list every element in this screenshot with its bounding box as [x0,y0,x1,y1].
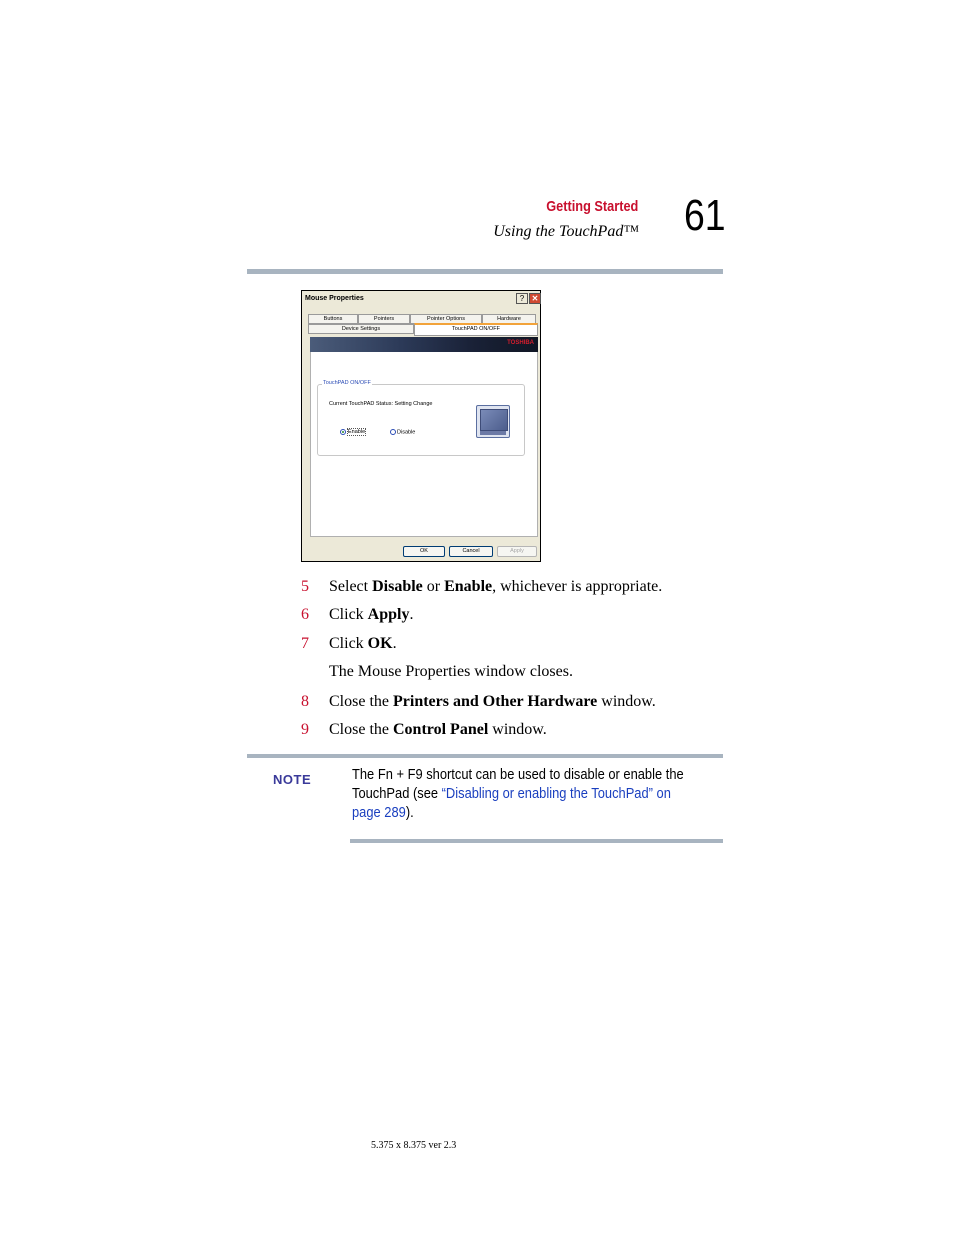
tab-pointers[interactable]: Pointers [358,314,410,324]
enable-radio[interactable]: Enable [340,428,367,437]
cancel-button[interactable]: Cancel [449,546,493,557]
dialog-title: Mouse Properties [305,295,364,302]
touchpad-buttons-icon [480,431,506,435]
tab-touchpad-on-off[interactable]: TouchPAD ON/OFF [414,323,538,336]
tab-panel: TouchPAD ON/OFF Current TouchPAD Status:… [310,352,538,537]
apply-button[interactable]: Apply [497,546,537,557]
step-number: 7 [301,635,309,652]
disable-radio[interactable]: Disable [390,429,415,435]
step-number: 6 [301,606,309,623]
step-number: 9 [301,721,309,738]
step-number: 5 [301,578,309,595]
touchpad-group: TouchPAD ON/OFF Current TouchPAD Status:… [317,380,525,456]
tab-buttons[interactable]: Buttons [308,314,358,324]
step-text: Click Apply. [329,606,414,623]
step-7-result: The Mouse Properties window closes. [329,663,573,680]
tab-device-settings[interactable]: Device Settings [308,324,414,334]
status-text: Current TouchPAD Status: Setting Change [329,401,433,407]
disable-label: Disable [397,429,416,436]
subsection-title: Using the TouchPad™ [493,223,639,240]
help-button[interactable]: ? [516,293,528,304]
close-button[interactable]: ✕ [529,293,541,304]
step-number: 8 [301,693,309,710]
toshiba-banner: TOSHIBA [310,337,538,352]
enable-label: Enable [347,428,367,437]
radio-selected-icon [340,429,346,435]
header-rule [247,269,723,274]
step-text: Select Disable or Enable, whichever is a… [329,578,663,595]
note-text: The Fn + F9 shortcut can be used to disa… [352,766,684,821]
ok-button[interactable]: OK [403,546,445,557]
touchpad-surface-icon [480,409,508,431]
page-number: 61 [684,191,726,240]
note-top-rule [247,754,723,758]
step-text: Close the Control Panel window. [329,721,547,738]
step-text: Click OK. [329,635,397,652]
toshiba-logo: TOSHIBA [507,340,534,346]
note-bottom-rule [350,839,723,843]
step-text: Close the Printers and Other Hardware wi… [329,693,656,710]
section-title: Getting Started [545,198,638,215]
group-label: TouchPAD ON/OFF [322,380,372,386]
footer-version: 5.375 x 8.375 ver 2.3 [371,1140,457,1151]
note-label: NOTE [273,772,312,787]
radio-unselected-icon [390,429,396,435]
touchpad-icon [476,405,510,438]
mouse-properties-dialog: Mouse Properties ? ✕ Buttons Pointers Po… [301,290,541,562]
